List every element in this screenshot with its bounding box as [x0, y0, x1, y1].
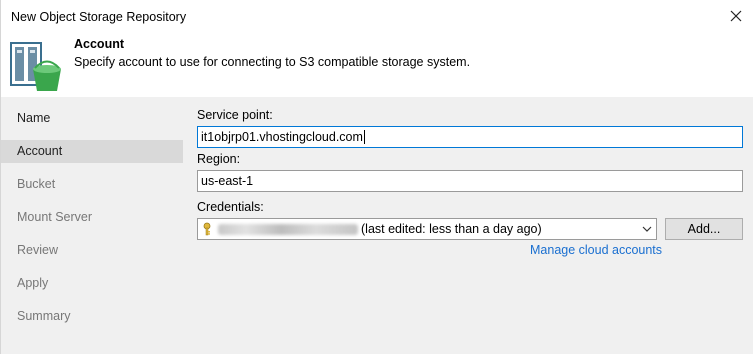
region-value: us-east-1 — [201, 174, 254, 188]
key-icon — [203, 222, 211, 236]
step-apply[interactable]: Apply — [1, 272, 183, 295]
step-mount-server[interactable]: Mount Server — [1, 206, 183, 229]
region-label: Region: — [197, 152, 241, 166]
text-caret — [363, 130, 365, 144]
window-title: New Object Storage Repository — [11, 10, 187, 24]
add-credentials-button[interactable]: Add... — [665, 218, 743, 240]
object-storage-bucket-icon — [10, 42, 61, 91]
credentials-label: Credentials: — [197, 200, 264, 214]
service-point-value: it1objrp01.vhostingcloud.com — [201, 130, 363, 144]
step-review[interactable]: Review — [1, 239, 183, 262]
credentials-value: (last edited: less than a day ago) — [361, 222, 542, 236]
service-point-label: Service point: — [197, 108, 273, 122]
region-input[interactable]: us-east-1 — [197, 170, 743, 192]
wizard-header: Account Specify account to use for conne… — [1, 33, 753, 97]
redacted-account-name — [218, 224, 358, 235]
step-title: Account — [74, 37, 124, 51]
step-account[interactable]: Account — [1, 140, 183, 163]
wizard-steps: Name Account Bucket Mount Server Review … — [1, 97, 183, 354]
step-name[interactable]: Name — [1, 107, 183, 130]
service-point-input[interactable]: it1objrp01.vhostingcloud.com — [197, 126, 743, 148]
account-form: Service point: it1objrp01.vhostingcloud.… — [183, 97, 753, 354]
step-bucket[interactable]: Bucket — [1, 173, 183, 196]
wizard-window: New Object Storage Repository Account Sp… — [0, 0, 753, 354]
step-description: Specify account to use for connecting to… — [74, 55, 471, 69]
credentials-dropdown[interactable]: (last edited: less than a day ago) — [197, 218, 657, 240]
close-icon[interactable] — [726, 6, 746, 26]
title-bar: New Object Storage Repository — [1, 0, 753, 33]
step-summary[interactable]: Summary — [1, 305, 183, 328]
manage-cloud-accounts-link[interactable]: Manage cloud accounts — [530, 243, 662, 257]
chevron-down-icon[interactable] — [642, 226, 652, 233]
